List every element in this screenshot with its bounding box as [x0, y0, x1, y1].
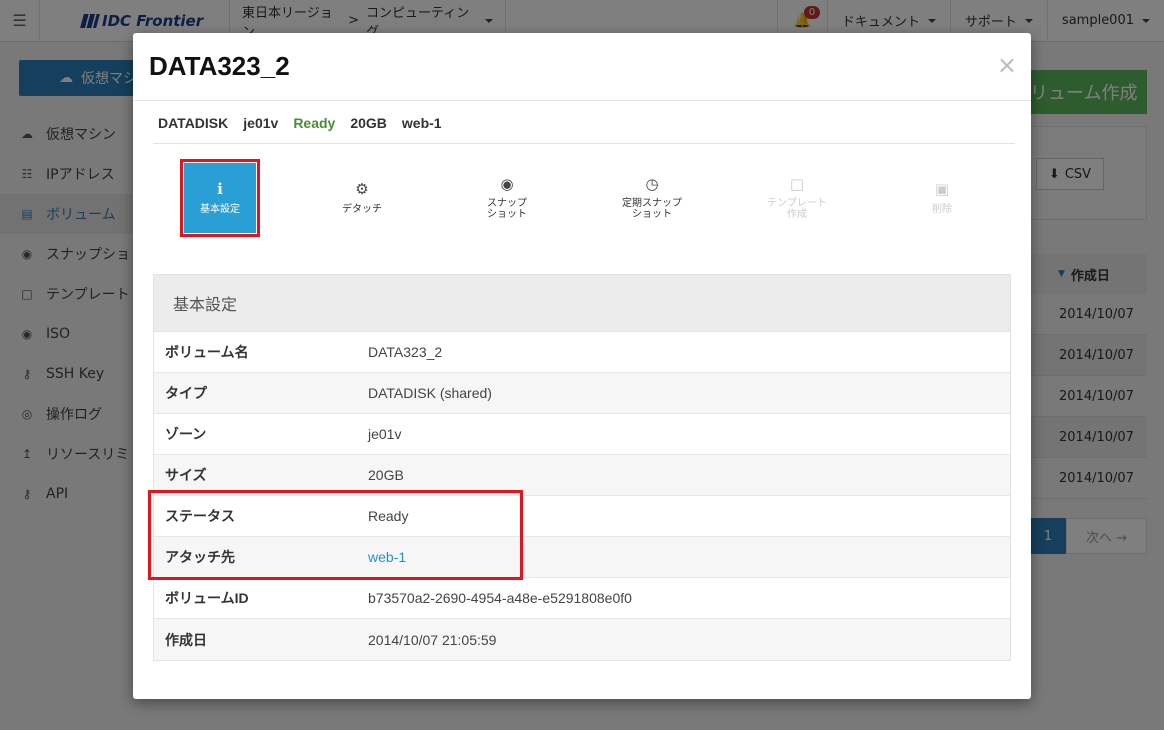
table-row: ボリューム名 DATA323_2: [154, 332, 1010, 373]
panel-heading: 基本設定: [154, 275, 1010, 332]
file-icon: □: [789, 174, 805, 193]
row-value: b73570a2-2690-4954-a48e-e5291808e0f0: [368, 590, 632, 606]
gear-icon: ⚙: [355, 180, 369, 199]
highlight-box: [180, 159, 260, 237]
basic-settings-panel: 基本設定 ボリューム名 DATA323_2 タイプ DATADISK (shared…: [153, 274, 1011, 661]
divider: [153, 143, 1015, 144]
clock-icon: ◷: [645, 174, 659, 193]
table-row: ボリュームID b73570a2-2690-4954-a48e-e5291808e…: [154, 578, 1010, 619]
action-label: 削除: [932, 203, 952, 215]
modal-title: DATA323_2: [149, 51, 290, 81]
row-key: 作成日: [165, 631, 207, 648]
trash-icon: ▣: [934, 180, 950, 199]
row-key: サイズ: [165, 467, 207, 483]
snapshot-button[interactable]: ◉ スナップ ショット: [471, 163, 543, 233]
action-label: デタッチ: [342, 203, 382, 215]
detach-button[interactable]: ⚙ デタッチ: [326, 163, 398, 233]
row-key: ゾーン: [165, 426, 207, 442]
row-value: 2014/10/07 21:05:59: [368, 631, 497, 648]
summary-size: 20GB: [350, 115, 387, 131]
row-key: ボリュームID: [165, 590, 249, 606]
create-template-button[interactable]: □ テンプレート 作成: [761, 163, 833, 233]
table-row: ゾーン je01v: [154, 414, 1010, 455]
table-row: タイプ DATADISK (shared): [154, 373, 1010, 414]
action-label: スナップ ショット: [487, 198, 527, 221]
table-row: 作成日 2014/10/07 21:05:59: [154, 619, 1010, 660]
row-key: ボリューム名: [165, 344, 249, 360]
delete-button[interactable]: ▣ 削除: [906, 163, 978, 233]
volume-summary: DATADISK je01v Ready 20GB web-1: [158, 115, 442, 131]
modal-header: DATA323_2 ×: [133, 33, 1031, 101]
summary-status: Ready: [293, 115, 336, 131]
action-label: 定期スナップ ショット: [622, 198, 682, 221]
scheduled-snapshot-button[interactable]: ◷ 定期スナップ ショット: [616, 163, 688, 233]
volume-detail-modal: DATA323_2 × DATADISK je01v Ready 20GB we…: [133, 33, 1031, 699]
row-key: タイプ: [165, 385, 207, 401]
action-toolbar: i 基本設定 ⚙ デタッチ ◉ スナップ ショット ◷ 定期スナップ ショット …: [133, 163, 1031, 233]
row-value: DATADISK (shared): [368, 385, 492, 401]
row-value: DATA323_2: [368, 344, 443, 360]
row-value: 20GB: [368, 467, 404, 483]
summary-type: DATADISK: [158, 115, 229, 131]
camera-icon: ◉: [500, 174, 514, 193]
highlight-box: [148, 490, 523, 580]
summary-zone: je01v: [243, 115, 279, 131]
action-label: テンプレート 作成: [767, 198, 827, 221]
close-icon[interactable]: ×: [997, 53, 1017, 77]
row-value: je01v: [368, 426, 402, 442]
summary-attached: web-1: [401, 115, 442, 131]
